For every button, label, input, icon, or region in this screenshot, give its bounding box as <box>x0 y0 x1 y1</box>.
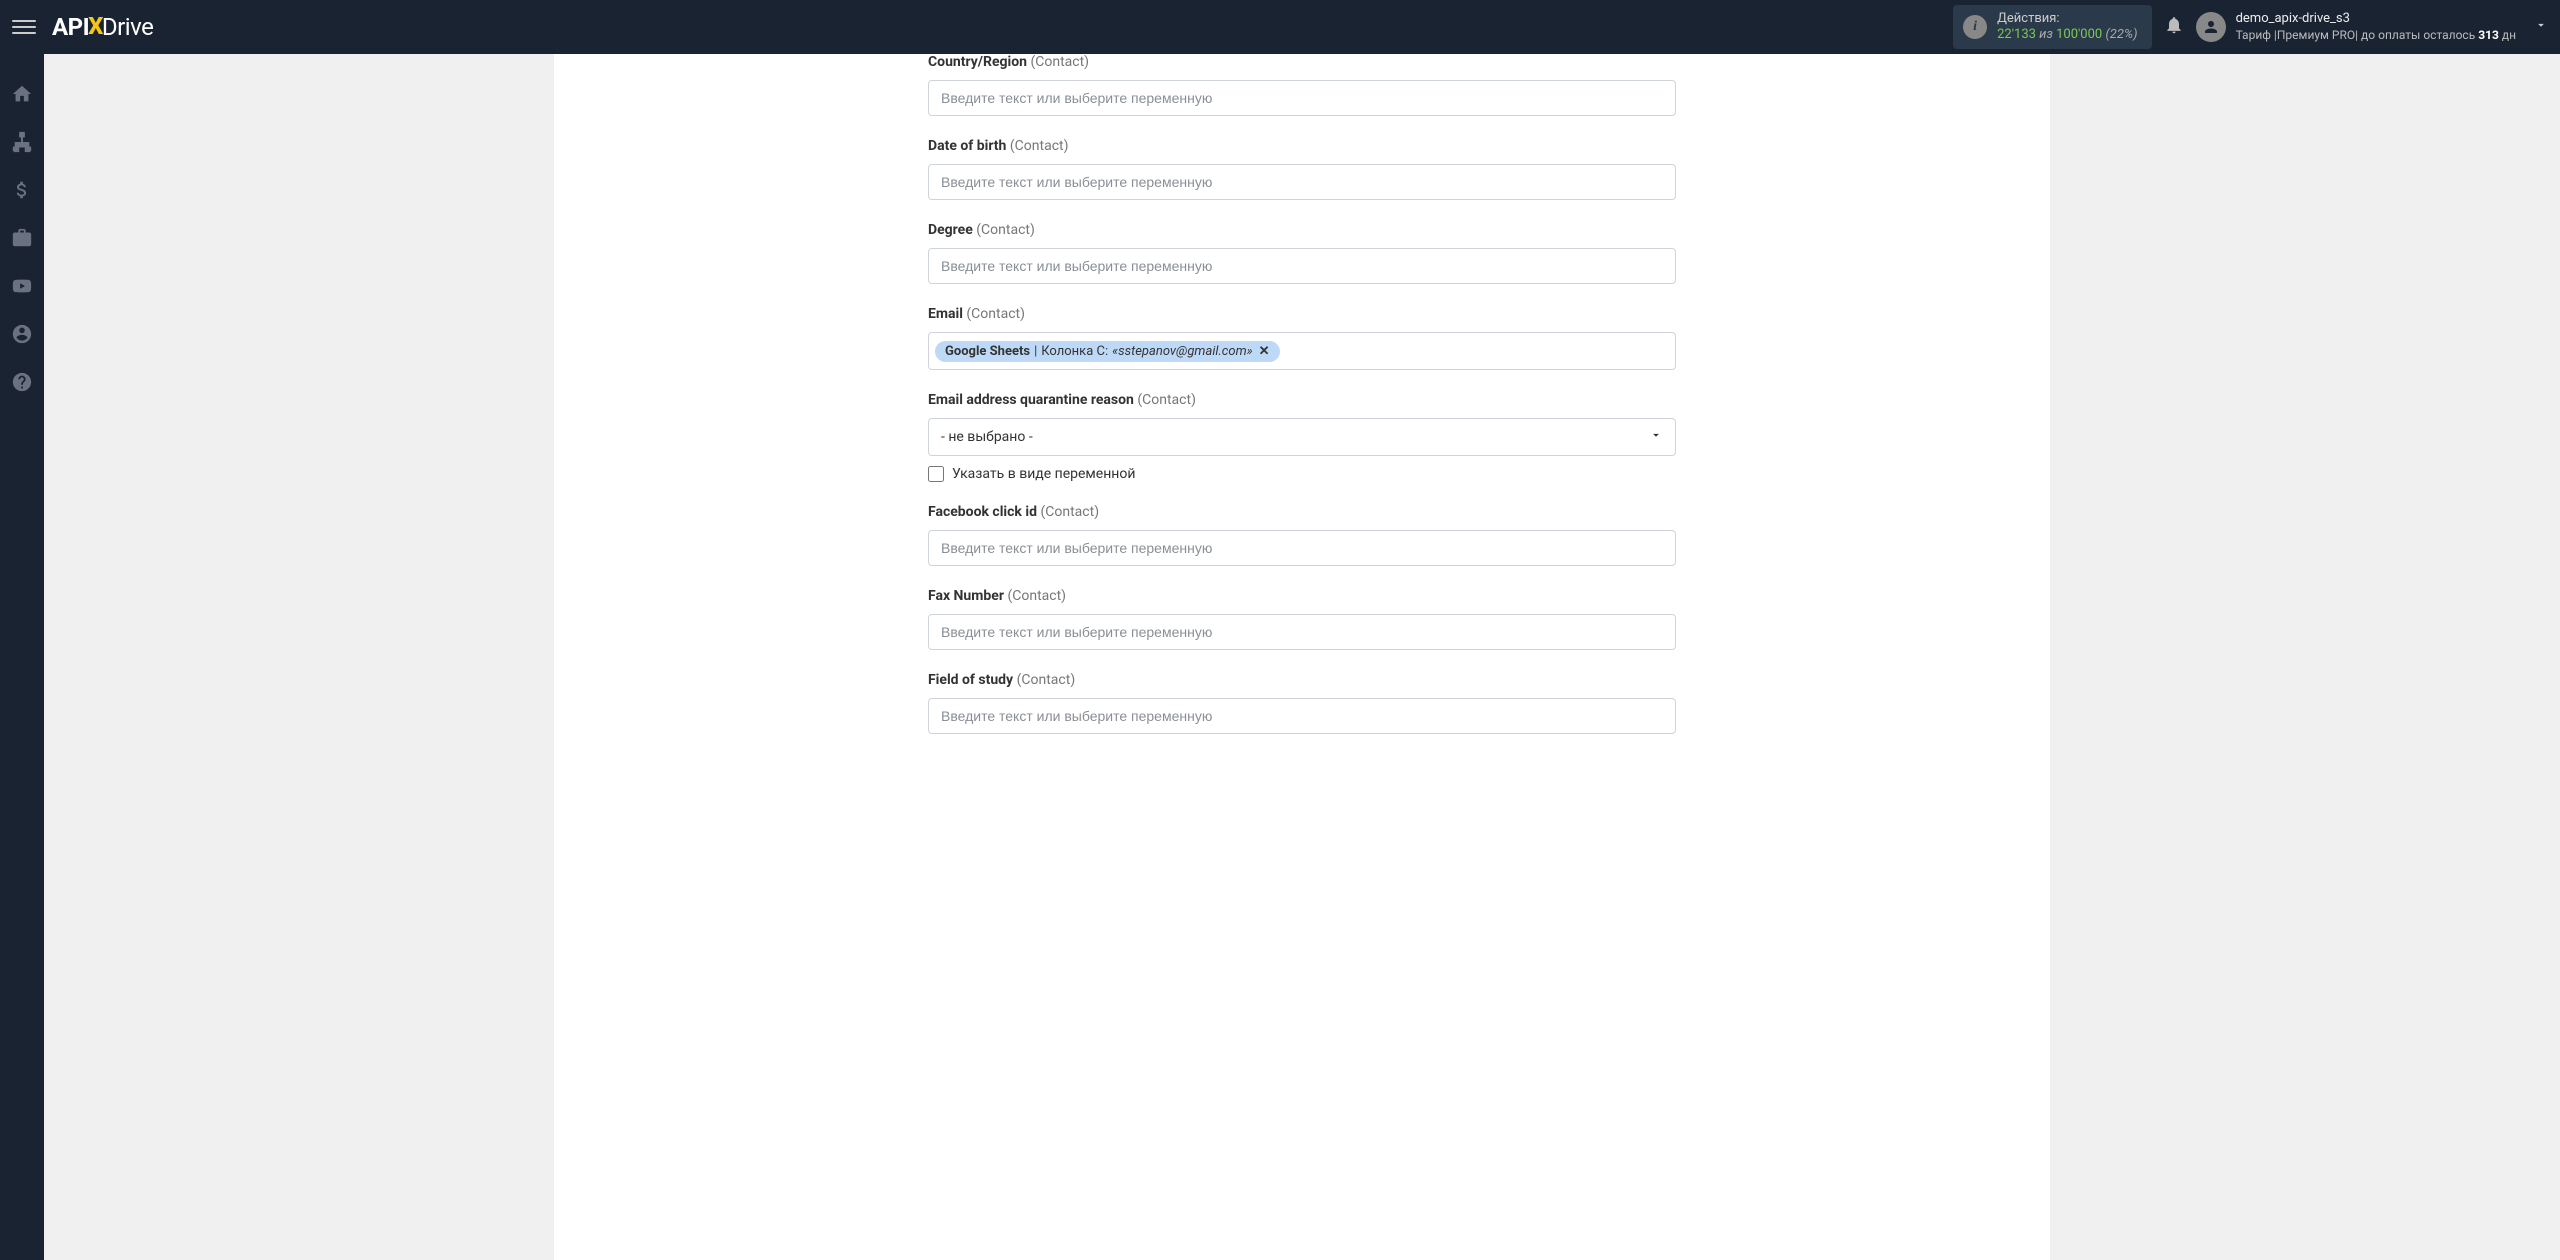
quota-used: 22'133 <box>1997 27 2036 42</box>
logo-text-api: API <box>52 13 89 41</box>
home-icon <box>11 83 33 105</box>
dollar-icon <box>11 179 33 201</box>
country-input[interactable] <box>928 80 1676 116</box>
action-quota-box[interactable]: i Действия: 22'133 из 100'000 (22%) <box>1953 5 2151 48</box>
left-sidebar <box>0 54 44 1260</box>
sidebar-home[interactable] <box>10 82 34 106</box>
field-facebook-click-id: Facebook click id (Contact) <box>928 504 1676 566</box>
token-remove-icon[interactable]: ✕ <box>1259 344 1270 359</box>
info-icon: i <box>1963 15 1987 39</box>
fax-input[interactable] <box>928 614 1676 650</box>
user-plan: Тариф |Премиум PRO| до оплаты осталось 3… <box>2236 28 2516 44</box>
field-label: Email address quarantine reason (Contact… <box>928 392 1676 408</box>
notifications-button[interactable] <box>2164 15 2184 39</box>
field-label: Field of study (Contact) <box>928 672 1676 688</box>
menu-toggle-button[interactable] <box>12 15 36 39</box>
chevron-down-icon <box>1649 428 1663 446</box>
fbclid-input[interactable] <box>928 530 1676 566</box>
dob-input[interactable] <box>928 164 1676 200</box>
sidebar-account[interactable] <box>10 322 34 346</box>
main-content-area: Country/Region (Contact) Date of birth (… <box>44 54 2560 1260</box>
user-name: demo_apix-drive_s3 <box>2236 11 2516 28</box>
app-logo[interactable]: APIXDrive <box>52 13 153 41</box>
youtube-icon <box>11 275 33 297</box>
field-label: Facebook click id (Contact) <box>928 504 1676 520</box>
quota-text: Действия: 22'133 из 100'000 (22%) <box>1997 11 2137 42</box>
sidebar-videos[interactable] <box>10 274 34 298</box>
user-menu[interactable]: demo_apix-drive_s3 Тариф |Премиум PRO| д… <box>2196 11 2548 43</box>
quota-label: Действия: <box>1997 11 2137 27</box>
field-label: Email (Contact) <box>928 306 1676 322</box>
variable-checkbox[interactable] <box>928 466 944 482</box>
field-field-of-study: Field of study (Contact) <box>928 672 1676 734</box>
briefcase-icon <box>11 227 33 249</box>
quota-percent: (22%) <box>2105 27 2137 42</box>
sidebar-connections[interactable] <box>10 130 34 154</box>
user-icon <box>11 323 33 345</box>
bell-icon <box>2164 15 2184 35</box>
field-date-of-birth: Date of birth (Contact) <box>928 138 1676 200</box>
field-email-quarantine-reason: Email address quarantine reason (Contact… <box>928 392 1676 482</box>
field-label: Date of birth (Contact) <box>928 138 1676 154</box>
field-label: Degree (Contact) <box>928 222 1676 238</box>
quota-total: 100'000 <box>2056 27 2102 42</box>
field-country-region: Country/Region (Contact) <box>928 54 1676 116</box>
quarantine-variable-toggle: Указать в виде переменной <box>928 466 1676 482</box>
degree-input[interactable] <box>928 248 1676 284</box>
email-variable-token[interactable]: Google Sheets | Колонка C: «sstepanov@gm… <box>935 341 1280 362</box>
chevron-down-icon <box>2534 18 2548 36</box>
quota-of: из <box>2039 27 2053 42</box>
user-info: demo_apix-drive_s3 Тариф |Премиум PRO| д… <box>2236 11 2516 43</box>
sidebar-help[interactable] <box>10 370 34 394</box>
sidebar-integrations[interactable] <box>10 226 34 250</box>
field-email: Email (Contact) Google Sheets | Колонка … <box>928 306 1676 370</box>
logo-text-drive: Drive <box>102 13 153 41</box>
checkbox-label: Указать в виде переменной <box>952 466 1135 482</box>
avatar-icon <box>2196 12 2226 42</box>
form-card: Country/Region (Contact) Date of birth (… <box>554 54 2050 1260</box>
sidebar-billing[interactable] <box>10 178 34 202</box>
study-input[interactable] <box>928 698 1676 734</box>
field-label: Country/Region (Contact) <box>928 54 1676 70</box>
quarantine-select[interactable]: - не выбрано - <box>928 418 1676 456</box>
logo-text-x: X <box>88 12 103 40</box>
field-label: Fax Number (Contact) <box>928 588 1676 604</box>
field-degree: Degree (Contact) <box>928 222 1676 284</box>
sitemap-icon <box>11 131 33 153</box>
select-value: - не выбрано - <box>941 429 1033 445</box>
field-fax-number: Fax Number (Contact) <box>928 588 1676 650</box>
help-icon <box>11 371 33 393</box>
top-navigation-bar: APIXDrive i Действия: 22'133 из 100'000 … <box>0 0 2560 54</box>
email-input[interactable]: Google Sheets | Колонка C: «sstepanov@gm… <box>928 332 1676 370</box>
